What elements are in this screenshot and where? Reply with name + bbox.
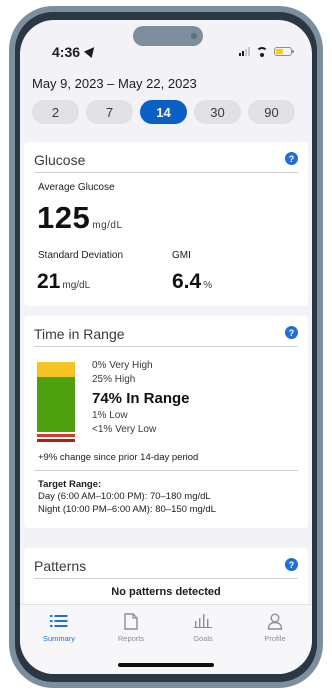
- person-icon: [246, 611, 304, 631]
- tab-summary-label: Summary: [42, 634, 76, 643]
- day-range-selector: 2 7 14 30 90: [32, 100, 295, 124]
- very-high-label: 0% Very High: [92, 360, 153, 371]
- average-glucose-label: Average Glucose: [38, 182, 115, 193]
- standard-deviation-unit: mg/dL: [62, 280, 91, 291]
- status-bar: 4:36: [20, 20, 312, 64]
- low-segment: [37, 434, 75, 437]
- patterns-card-header: Patterns ?: [34, 548, 298, 579]
- wifi-icon: [256, 47, 268, 57]
- range-30-days-button[interactable]: 30: [194, 100, 241, 124]
- glucose-help-icon[interactable]: ?: [285, 152, 298, 165]
- average-glucose-value-group: 125 mg/dL: [37, 200, 123, 236]
- range-90-days-button[interactable]: 90: [248, 100, 295, 124]
- glucose-title: Glucose: [34, 152, 86, 168]
- target-range-night: Night (10:00 PM–6:00 AM): 80–150 mg/dL: [38, 504, 216, 515]
- change-summary: +9% change since prior 14-day period: [38, 452, 199, 463]
- bar-chart-icon: [174, 611, 232, 631]
- battery-icon: [274, 46, 294, 56]
- in-range-label: 74% In Range: [92, 390, 190, 407]
- gmi-unit: %: [203, 280, 213, 291]
- tab-goals-label: Goals: [193, 634, 213, 643]
- tab-reports[interactable]: Reports: [102, 611, 160, 643]
- gmi-value: 6.4: [172, 270, 202, 293]
- average-glucose-unit: mg/dL: [92, 220, 123, 231]
- time-in-range-card: Time in Range ? 0% Very High 25% High 74…: [24, 316, 308, 528]
- glucose-card-header: Glucose ?: [34, 142, 298, 173]
- standard-deviation-value-group: 21 mg/dL: [37, 270, 90, 294]
- low-label: 1% Low: [92, 410, 128, 421]
- standard-deviation-label: Standard Deviation: [38, 250, 124, 261]
- target-range-divider: [34, 470, 298, 471]
- gmi-label: GMI: [172, 250, 191, 261]
- tab-profile-label: Profile: [264, 634, 286, 643]
- standard-deviation-value: 21: [37, 270, 61, 293]
- range-2-days-button[interactable]: 2: [32, 100, 79, 124]
- average-glucose-value: 125: [37, 200, 91, 235]
- location-arrow-icon: [83, 43, 99, 59]
- tab-goals[interactable]: Goals: [174, 611, 232, 643]
- target-range-day: Day (6:00 AM–10:00 PM): 70–180 mg/dL: [38, 491, 211, 502]
- very-low-label: <1% Very Low: [92, 424, 157, 435]
- glucose-card: Glucose ? Average Glucose 125 mg/dL Stand…: [24, 142, 308, 306]
- time-in-range-help-icon[interactable]: ?: [285, 326, 298, 339]
- tab-reports-label: Reports: [117, 634, 145, 643]
- patterns-title: Patterns: [34, 558, 87, 574]
- patterns-help-icon[interactable]: ?: [285, 558, 298, 571]
- time-in-range-bar: [37, 362, 75, 442]
- home-indicator[interactable]: [118, 663, 214, 667]
- tab-profile[interactable]: Profile: [246, 611, 304, 643]
- patterns-message: No patterns detected: [111, 586, 221, 598]
- high-segment: [37, 362, 75, 377]
- in-range-segment: [37, 377, 75, 432]
- tab-summary[interactable]: Summary: [30, 611, 88, 643]
- very-low-segment: [37, 439, 75, 442]
- time-in-range-title: Time in Range: [34, 326, 125, 342]
- gmi-value-group: 6.4%: [172, 270, 212, 294]
- document-icon: [102, 611, 160, 631]
- list-icon: [30, 611, 88, 631]
- status-indicators: [239, 46, 294, 57]
- target-range-heading: Target Range:: [38, 479, 102, 490]
- high-label: 25% High: [92, 374, 136, 385]
- signal-icon: [239, 46, 250, 56]
- status-time-group: 4:36: [52, 43, 99, 60]
- range-7-days-button[interactable]: 7: [86, 100, 133, 124]
- status-time: 4:36: [52, 44, 81, 60]
- range-14-days-button[interactable]: 14: [140, 100, 187, 124]
- time-in-range-card-header: Time in Range ?: [34, 316, 298, 347]
- date-range: May 9, 2023 – May 22, 2023: [32, 76, 197, 91]
- app-screen: 4:36 May 9, 2023 – May 22, 2023 2 7 14 3…: [20, 20, 312, 674]
- patterns-card: Patterns ? No patterns detected: [24, 548, 308, 608]
